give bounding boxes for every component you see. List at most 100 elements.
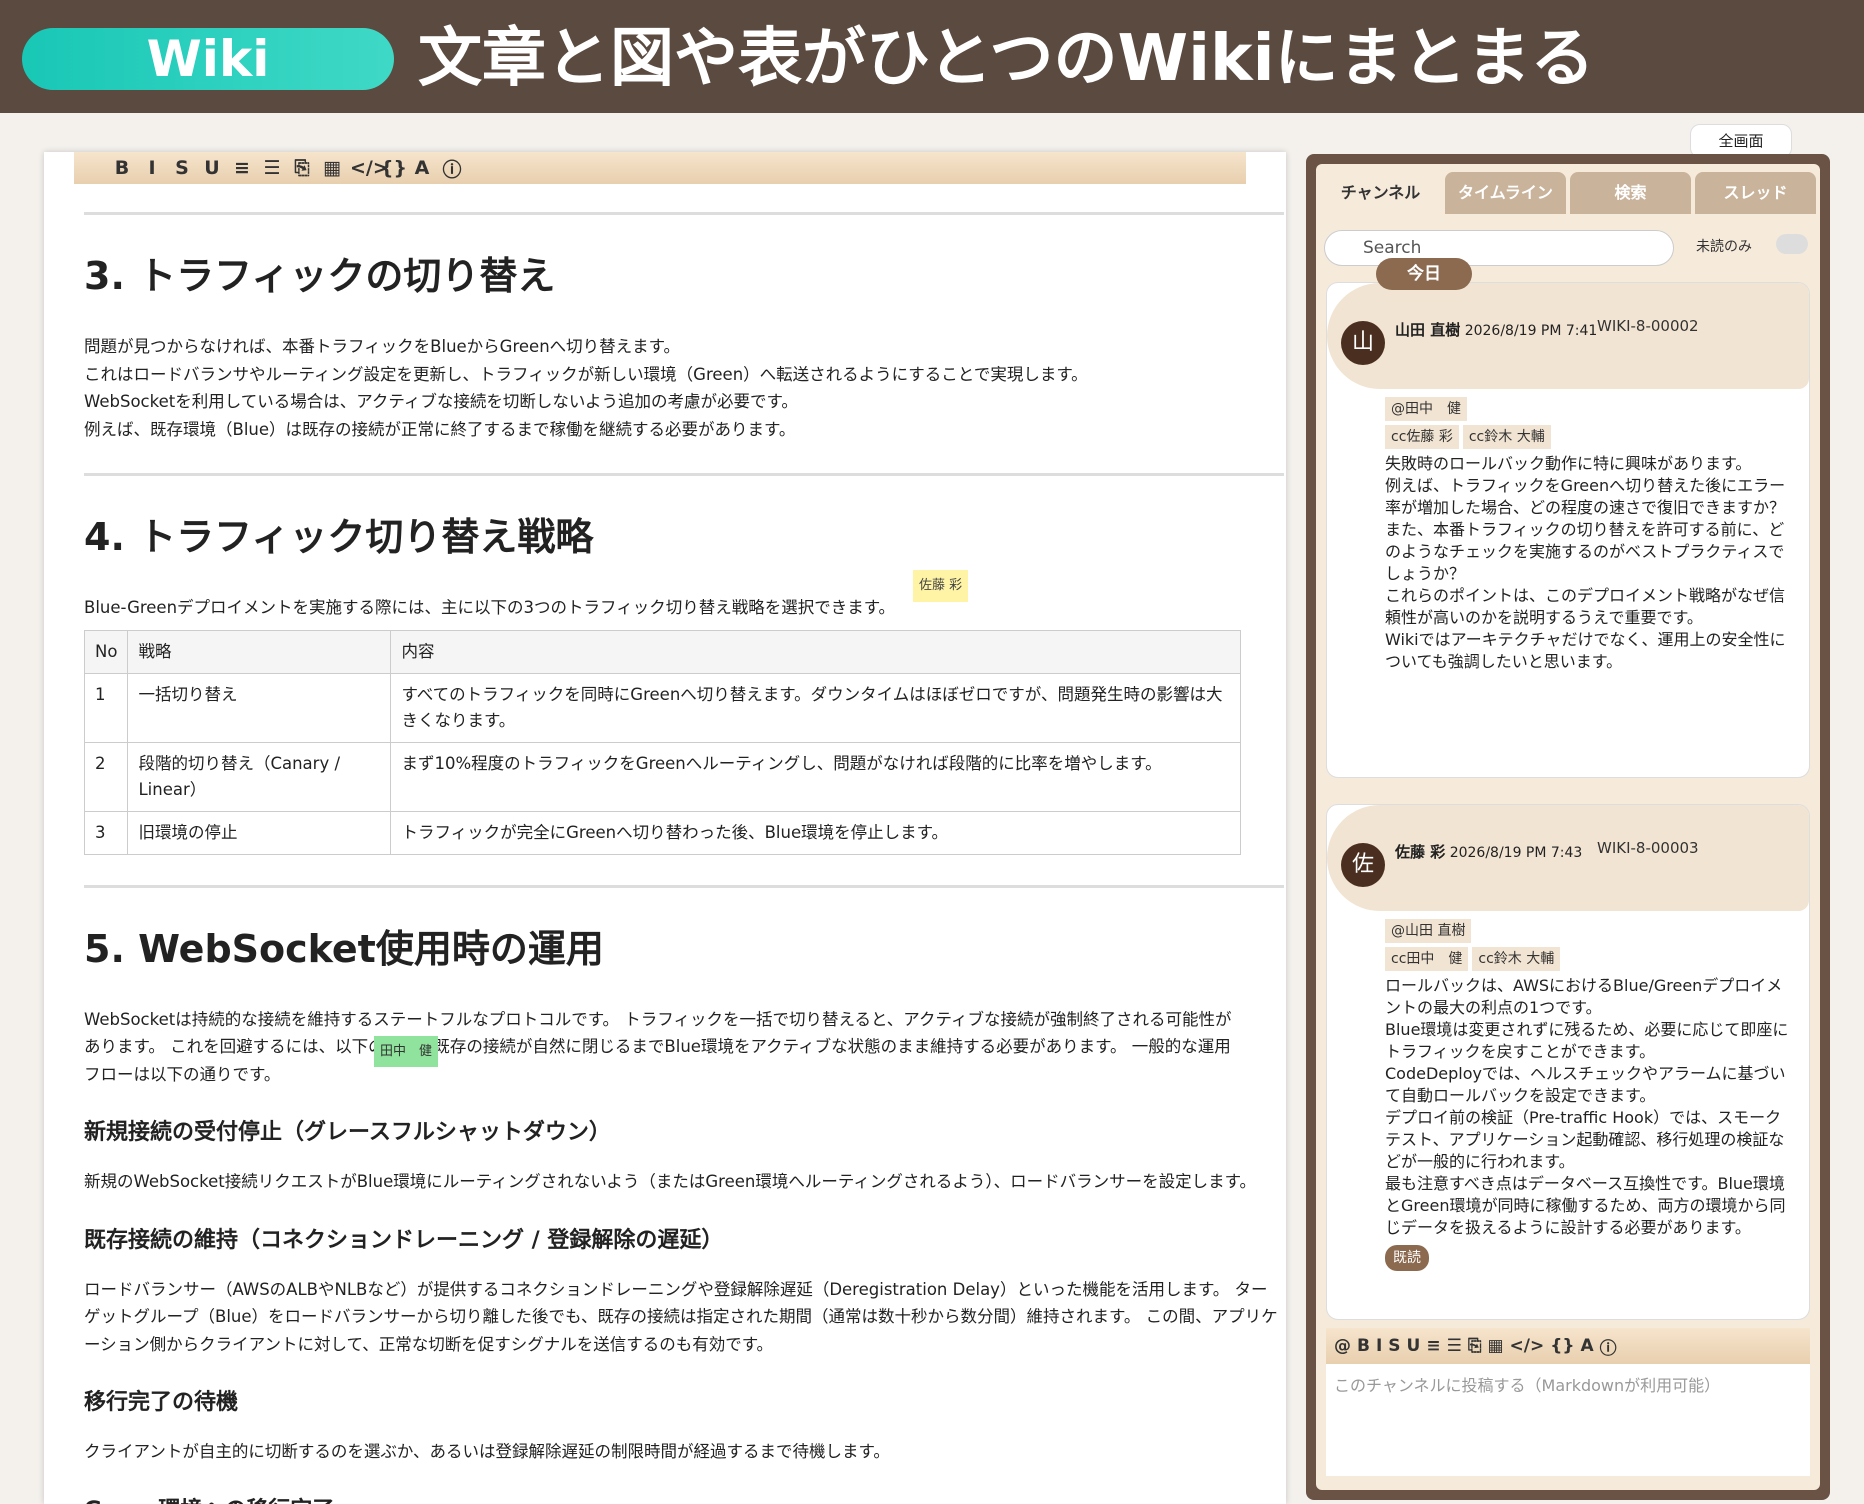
comment-tag[interactable]: 田中 健 <box>374 1035 439 1067</box>
message-line: ロールバックは、AWSにおけるBlue/Greenデプロイメントの最大の利点の1… <box>1385 976 1783 1017</box>
message-card: 山 山田 直樹 2026/8/19 PM 7:41 WIKI-8-00002 @… <box>1326 282 1810 778</box>
message-line: デプロイ前の検証（Pre-traffic Hook）では、スモークテスト、アプリ… <box>1385 1108 1785 1171</box>
mention[interactable]: @田中 健 <box>1385 397 1467 421</box>
message-line: また、本番トラフィックの切り替えを許可する前に、どのようなチェックを実施するのが… <box>1385 520 1785 583</box>
strike-button[interactable]: S <box>170 157 194 179</box>
message-line: Blue環境は変更されずに残るため、必要に応じて即座にトラフィックを戻すことがで… <box>1385 1020 1789 1061</box>
compose-input[interactable]: このチャンネルに投稿する（Markdownが利用可能） <box>1326 1364 1810 1476</box>
tab-channel[interactable]: チャンネル <box>1320 172 1441 214</box>
divider <box>84 473 1284 476</box>
bullet-list-icon[interactable]: ☰ <box>260 157 284 179</box>
font-color-icon[interactable]: A <box>410 157 434 179</box>
tab-thread[interactable]: スレッド <box>1695 172 1816 214</box>
heading-4: 4. トラフィック切り替え戦略 <box>84 515 594 559</box>
message-card: 佐 佐藤 彩 2026/8/19 PM 7:43 WIKI-8-00003 @山… <box>1326 804 1810 1320</box>
para-strategy-text: Blue-Greenデプロイメントを実施する際には、主に以下の3つのトラフィック… <box>84 598 896 617</box>
para-strategy: Blue-Greenデプロイメントを実施する際には、主に以下の3つのトラフィック… <box>84 570 1284 622</box>
font-color-icon[interactable]: A <box>1580 1336 1593 1356</box>
table-icon[interactable]: ▦ <box>320 157 344 179</box>
para: クライアントが自主的に切断するのを選ぶか、あるいは登録解除遅延の制限時間が経過す… <box>84 1442 890 1461</box>
table-icon[interactable]: ▦ <box>1487 1336 1503 1356</box>
attach-icon[interactable]: ⎘ <box>290 157 314 179</box>
strategy-table: No 戦略 内容 1 一括切り替え すべてのトラフィックを同時にGreenへ切り替えます… <box>83 629 1241 855</box>
underline-button[interactable]: U <box>200 157 224 179</box>
mention-icon[interactable]: @ <box>1334 1336 1351 1356</box>
table-cell: すべてのトラフィックを同時にGreenへ切り替えます。ダウンタイムはほぼゼロです… <box>390 672 1241 743</box>
para-line: 問題が見つからなければ、本番トラフィックをBlueからGreenへ切り替えます。 <box>84 337 680 356</box>
message-body: @田中 健 cc佐藤 彩 cc鈴木 大輔 失敗時のロールバック動作に特に興味があり… <box>1385 397 1795 673</box>
code-icon[interactable]: </> <box>350 157 389 179</box>
timestamp: 2026/8/19 PM 7:43 <box>1449 845 1583 861</box>
table-cell: 一括切り替え <box>127 672 392 743</box>
attach-icon[interactable]: ⎘ <box>1468 1336 1482 1356</box>
underline-button[interactable]: U <box>1407 1336 1421 1356</box>
bold-button[interactable]: B <box>110 157 134 179</box>
unread-only-label: 未読のみ <box>1696 239 1752 255</box>
table-cell: まず10%程度のトラフィックをGreenへルーティングし、問題がなければ段階的に… <box>390 741 1241 812</box>
banner-title: 文章と図や表がひとつのWikiにまとまる <box>418 22 1595 96</box>
strike-button[interactable]: S <box>1388 1336 1400 1356</box>
italic-button[interactable]: I <box>1376 1336 1382 1356</box>
wiki-document: B I S U ≡ ☰ ⎘ ▦ </> {} A ⓘ 3. トラフィックの切り替… <box>44 152 1286 1504</box>
search-input[interactable]: Search <box>1324 230 1674 266</box>
divider <box>84 884 1284 888</box>
codeblock-icon[interactable]: {} <box>380 157 407 179</box>
mention[interactable]: cc鈴木 大輔 <box>1472 947 1561 971</box>
codeblock-icon[interactable]: {} <box>1550 1336 1574 1356</box>
table-row: 2 段階的切り替え（Canary / Linear） まず10%程度のトラフィックを… <box>83 741 1241 812</box>
mention[interactable]: cc鈴木 大輔 <box>1462 425 1551 449</box>
avatar: 山 <box>1341 321 1385 365</box>
comment-tag[interactable]: 佐藤 彩 <box>913 570 969 602</box>
info-icon[interactable]: ⓘ <box>440 155 464 182</box>
subheading: 新規接続の受付停止（グレースフルシャットダウン） <box>84 1120 611 1145</box>
message-line: 最も注意すべき点はデータベース互換性です。Blue環境とGreen環境が同時に稼… <box>1385 1174 1786 1237</box>
info-icon[interactable]: ⓘ <box>1600 1334 1617 1359</box>
heading-5: 5. WebSocket使用時の運用 <box>84 926 604 971</box>
heading-3: 3. トラフィックの切り替え <box>84 254 556 298</box>
mention[interactable]: @山田 直樹 <box>1385 919 1472 943</box>
tab-timeline[interactable]: タイムライン <box>1445 172 1566 214</box>
code-icon[interactable]: </> <box>1510 1336 1545 1356</box>
subheading: Green環境への移行完了 <box>84 1496 1284 1504</box>
ordered-list-icon[interactable]: ≡ <box>230 157 254 179</box>
ordered-list-icon[interactable]: ≡ <box>1426 1336 1440 1356</box>
unread-toggle[interactable] <box>1776 234 1808 254</box>
banner: Wiki 文章と図や表がひとつのWikiにまとまる <box>0 0 1864 113</box>
message-line: これらのポイントは、このデプロイメント戦略がなぜ信頼性が高いのかを説明するうえで… <box>1385 586 1786 627</box>
mention[interactable]: cc佐藤 彩 <box>1385 425 1459 449</box>
table-cell: トラフィックが完全にGreenへ切り替わった後、Blue環境を停止します。 <box>390 810 1241 855</box>
message-id[interactable]: WIKI-8-00003 <box>1597 839 1699 857</box>
wiki-pill: Wiki <box>22 28 394 90</box>
para: ロードバランサー（AWSのALBやNLBなど）が提供するコネクションドレーニング… <box>84 1279 1278 1354</box>
para: 新規のWebSocket接続リクエストがBlue環境にルーティングされないよう（… <box>84 1172 1256 1191</box>
editor-toolbar: B I S U ≡ ☰ ⎘ ▦ </> {} A ⓘ <box>74 152 1246 184</box>
table-cell: 1 <box>83 672 129 743</box>
author-name: 佐藤 彩 2026/8/19 PM 7:43 <box>1395 841 1582 862</box>
subheading: 既存接続の維持（コネクションドレーニング / 登録解除の遅延） <box>84 1227 724 1253</box>
bullet-list-icon[interactable]: ☰ <box>1447 1336 1462 1356</box>
table-cell: 3 <box>83 810 129 855</box>
table-header: 内容 <box>390 629 1241 674</box>
table-cell: 旧環境の停止 <box>127 810 392 855</box>
today-chip[interactable]: 今日 <box>1376 258 1472 290</box>
mention[interactable]: cc田中 健 <box>1385 947 1469 971</box>
table-cell: 段階的切り替え（Canary / Linear） <box>127 741 392 812</box>
chat-tabs: チャンネル タイムライン 検索 スレッド <box>1316 164 1820 214</box>
read-badge: 既読 <box>1385 1245 1429 1271</box>
message-line: CodeDeployでは、ヘルスチェックやアラームに基づいて自動ロールバックを設… <box>1385 1064 1786 1105</box>
message-id[interactable]: WIKI-8-00002 <box>1597 317 1699 335</box>
table-cell: 2 <box>83 741 129 812</box>
para-websocket-text: WebSocketは持続的な接続を維持するステートフルなプロトコルです。 トラフ… <box>84 1009 1232 1084</box>
para-line: 例えば、既存環境（Blue）は既存の接続が正常に終了するまで稼働を継続する必要が… <box>84 419 796 439</box>
italic-button[interactable]: I <box>140 157 164 179</box>
para-line: WebSocketを利用している場合は、アクティブな接続を切断しないよう追加の考… <box>84 392 798 411</box>
table-row: 3 旧環境の停止 トラフィックが完全にGreenへ切り替わった後、Blue環境を停止… <box>83 810 1241 855</box>
tab-search[interactable]: 検索 <box>1570 172 1691 214</box>
fullscreen-button[interactable]: 全画面 <box>1690 124 1792 158</box>
bold-button[interactable]: B <box>1357 1336 1370 1356</box>
compose-toolbar: @ B I S U ≡ ☰ ⎘ ▦ </> {} A ⓘ <box>1326 1328 1810 1364</box>
message-body: @山田 直樹 cc田中 健 cc鈴木 大輔 ロールバックは、AWSにおけるBlue… <box>1385 919 1795 1271</box>
message-line: Wikiではアーキテクチャだけでなく、運用上の安全性についても強調したいと思いま… <box>1385 630 1786 671</box>
table-header: No <box>83 629 129 674</box>
para-websocket: WebSocketは持続的な接続を維持するステートフルなプロトコルです。 トラフ… <box>84 1006 1244 1089</box>
